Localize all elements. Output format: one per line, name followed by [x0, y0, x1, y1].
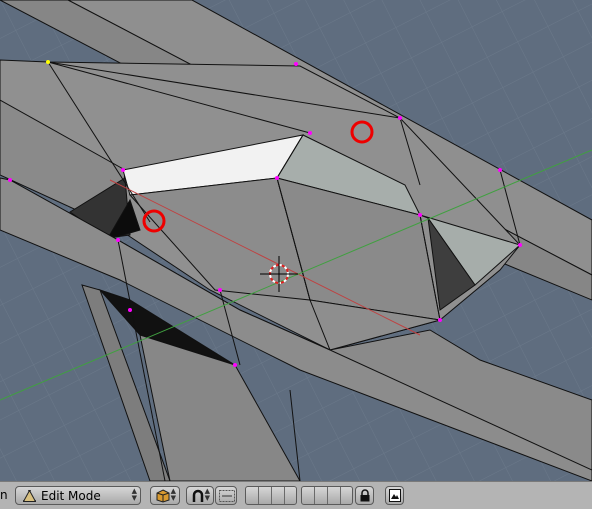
draw-type-menu[interactable]: ▲ ▼: [150, 486, 180, 505]
vertex[interactable]: [275, 176, 279, 180]
vertex[interactable]: [438, 318, 442, 322]
lock-layers-button[interactable]: [355, 486, 374, 505]
layer-button[interactable]: [315, 487, 328, 504]
edit-mode-triangle-icon: [23, 490, 36, 502]
vertex[interactable]: [121, 168, 125, 172]
vertex[interactable]: [233, 363, 237, 367]
render-preview-icon: [389, 489, 401, 502]
layer-button[interactable]: [272, 487, 285, 504]
manipulator-icon: [219, 490, 235, 502]
vertex[interactable]: [518, 243, 522, 247]
cube-shading-icon: [156, 489, 170, 503]
mode-select-menu[interactable]: Edit Mode ▲ ▼: [15, 486, 141, 505]
layer-button[interactable]: [259, 487, 272, 504]
manipulator-toggle[interactable]: [215, 486, 237, 505]
up-down-arrows-icon: ▲ ▼: [131, 487, 137, 502]
layer-buttons-group-1[interactable]: [245, 486, 297, 505]
vertex[interactable]: [116, 238, 120, 242]
vertex[interactable]: [418, 213, 422, 217]
vertex[interactable]: [398, 116, 402, 120]
up-down-arrows-icon: ▲ ▼: [170, 487, 176, 502]
up-down-arrows-icon: ▲ ▼: [204, 487, 210, 502]
vertex[interactable]: [8, 178, 12, 182]
truncated-menu-text[interactable]: n: [0, 488, 8, 502]
horseshoe-pivot-icon: [192, 489, 204, 502]
vertex[interactable]: [46, 60, 50, 64]
3d-viewport[interactable]: [0, 0, 592, 481]
vertex[interactable]: [308, 131, 312, 135]
mode-menu-label: Edit Mode: [41, 489, 101, 503]
lock-icon: [360, 489, 370, 502]
3d-view-header: n Edit Mode ▲ ▼ ▲ ▼ ▲ ▼: [0, 481, 592, 509]
layer-buttons-group-2[interactable]: [301, 486, 353, 505]
mesh-view[interactable]: [0, 0, 592, 481]
layer-button[interactable]: [328, 487, 341, 504]
vertex[interactable]: [294, 62, 298, 66]
vertex[interactable]: [498, 168, 502, 172]
layer-button[interactable]: [302, 487, 315, 504]
vertex[interactable]: [218, 288, 222, 292]
layer-button[interactable]: [246, 487, 259, 504]
vertex[interactable]: [128, 308, 132, 312]
pivot-menu[interactable]: ▲ ▼: [186, 486, 214, 505]
render-preview-button[interactable]: [385, 486, 404, 505]
